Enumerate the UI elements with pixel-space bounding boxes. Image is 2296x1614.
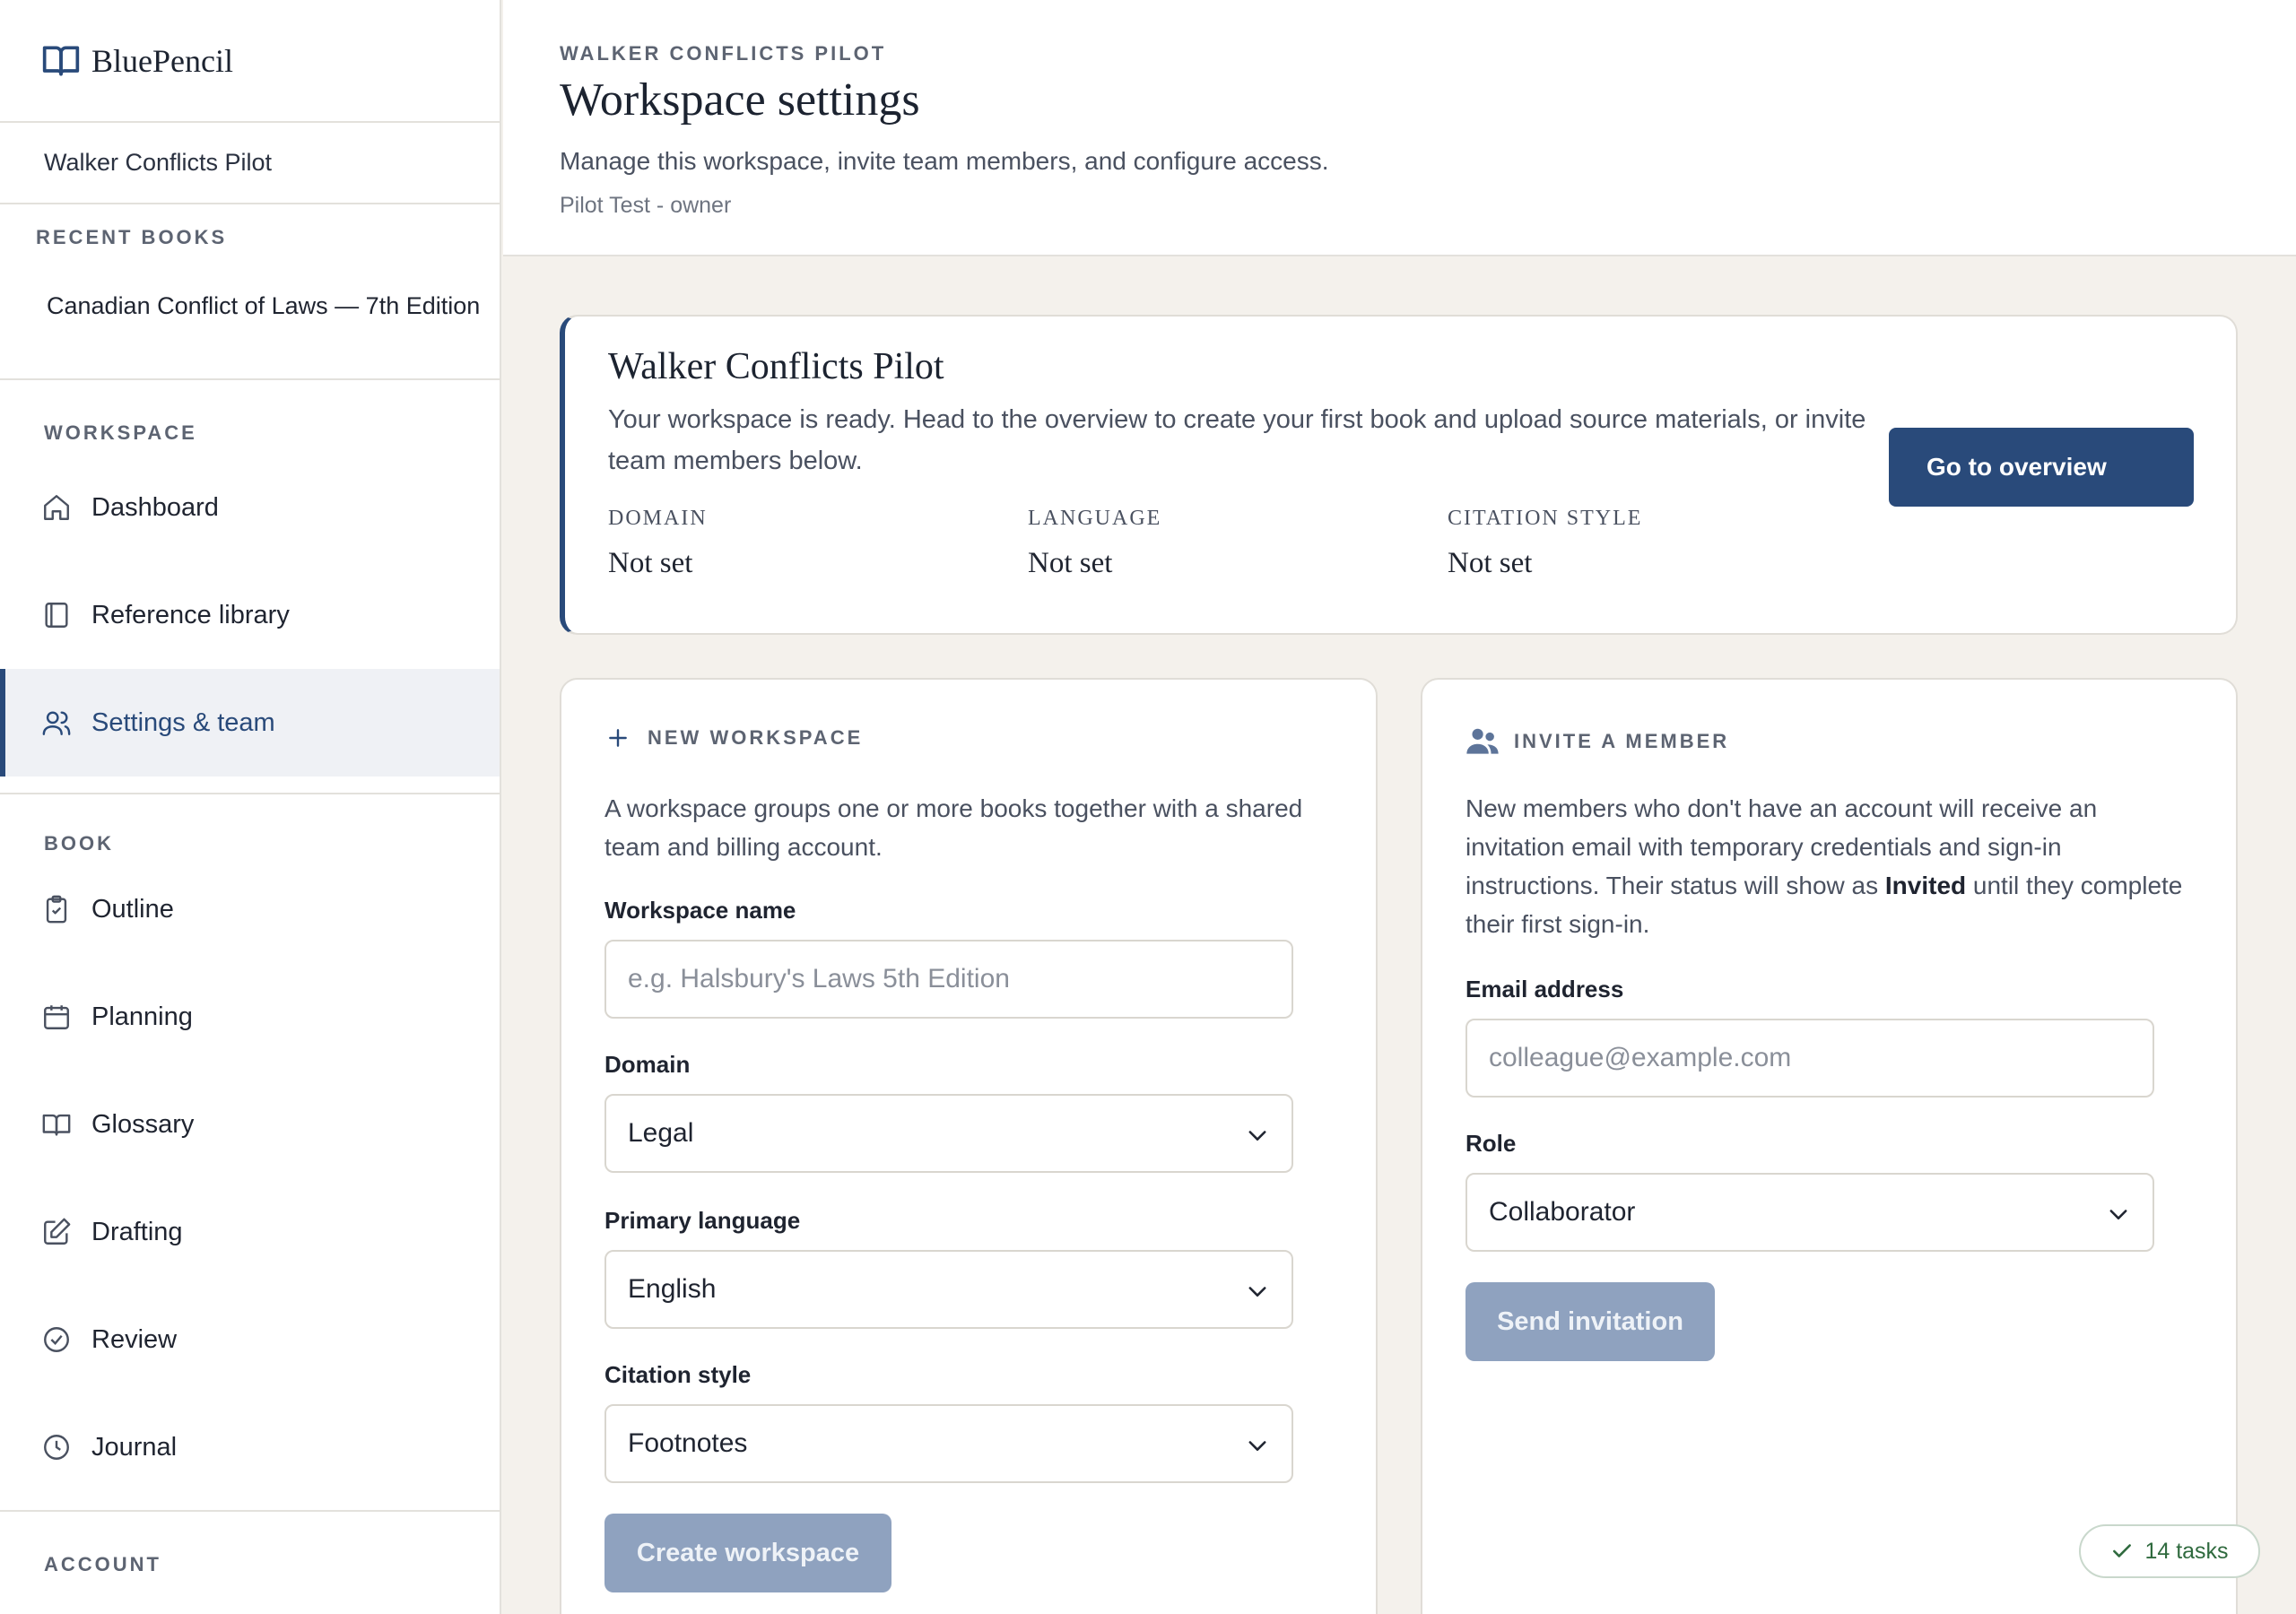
domain-label: Domain xyxy=(604,1051,691,1078)
invite-title: INVITE A MEMBER xyxy=(1514,730,1730,752)
home-icon xyxy=(44,495,69,520)
citation-style-label: Citation style xyxy=(604,1361,752,1388)
language-select-value: English xyxy=(628,1274,717,1304)
domain-meta-value: Not set xyxy=(608,547,693,579)
new-workspace-description: A workspace groups one or more books tog… xyxy=(604,794,1303,861)
book-icon xyxy=(45,603,68,628)
domain-meta-label: Domain xyxy=(608,507,708,530)
summary-text: Your workspace is ready. Head to the ove… xyxy=(608,405,1866,475)
sidebar-item-journal[interactable]: Journal xyxy=(0,1393,500,1501)
sidebar-item-settings-team[interactable]: Settings & team xyxy=(0,669,500,777)
language-meta-label: Language xyxy=(1028,507,1162,530)
user-role: Pilot Test - owner xyxy=(560,193,732,218)
users-icon xyxy=(42,711,71,735)
sidebar-item-label: Review xyxy=(91,1324,178,1354)
sidebar-item-label: Reference library xyxy=(91,600,290,629)
language-meta-value: Not set xyxy=(1028,547,1113,579)
sidebar-item-glossary[interactable]: Glossary xyxy=(0,1071,500,1178)
sidebar-item-label: Drafting xyxy=(91,1217,183,1246)
chevron-down-icon xyxy=(1248,1441,1266,1451)
citation-meta-value: Not set xyxy=(1448,547,1533,579)
workspace-summary-card: Walker Conflicts Pilot Your workspace is… xyxy=(560,315,2238,635)
tasks-count: 14 tasks xyxy=(2144,1538,2229,1564)
domain-meta: Domain Not set xyxy=(608,507,708,580)
new-workspace-title: NEW WORKSPACE xyxy=(648,726,864,749)
open-book-icon xyxy=(42,1114,71,1136)
primary-language-label: Primary language xyxy=(604,1207,801,1234)
calendar-icon xyxy=(44,1005,69,1029)
go-to-overview-button[interactable]: Go to overview xyxy=(1889,428,2194,507)
chevron-down-icon xyxy=(2109,1210,2127,1219)
summary-title: Walker Conflicts Pilot xyxy=(608,346,944,387)
sidebar: BluePencil Walker Conflicts Pilot RECENT… xyxy=(0,0,501,1614)
workspace-switcher[interactable]: Walker Conflicts Pilot xyxy=(0,123,500,204)
page-title: Workspace settings xyxy=(560,74,920,126)
brand-name: BluePencil xyxy=(91,42,233,79)
new-workspace-heading: NEW WORKSPACE xyxy=(606,726,863,750)
sidebar-item-planning[interactable]: Planning xyxy=(0,963,500,1071)
citation-meta: Citation style Not set xyxy=(1448,507,1642,580)
workspace-name-label: Workspace name xyxy=(604,897,796,924)
invited-status: Invited xyxy=(1884,872,1967,899)
workspace-nav-label: WORKSPACE xyxy=(44,421,197,444)
brand[interactable]: BluePencil xyxy=(0,0,500,123)
invite-description: New members who don't have an account wi… xyxy=(1465,794,2183,938)
logo-book-icon xyxy=(42,46,80,75)
chevron-down-icon xyxy=(1248,1131,1266,1141)
sidebar-item-label: Outline xyxy=(91,894,174,924)
sidebar-item-dashboard[interactable]: Dashboard xyxy=(0,454,500,561)
check-circle-icon xyxy=(44,1327,69,1352)
citation-style-select[interactable]: Footnotes xyxy=(604,1404,1293,1483)
recent-books-label: RECENT BOOKS xyxy=(36,226,228,248)
check-icon xyxy=(2113,1544,2132,1558)
language-meta: Language Not set xyxy=(1028,507,1161,580)
chevron-down-icon xyxy=(1248,1287,1266,1297)
sidebar-item-label: Settings & team xyxy=(91,707,275,737)
domain-select-value: Legal xyxy=(628,1118,694,1148)
role-select[interactable]: Collaborator xyxy=(1465,1173,2154,1252)
email-input[interactable] xyxy=(1465,1019,2154,1098)
primary-language-select[interactable]: English xyxy=(604,1250,1293,1329)
invite-heading: INVITE A MEMBER xyxy=(1465,726,1729,757)
send-invitation-button[interactable]: Send invitation xyxy=(1465,1282,1715,1361)
account-nav: ACCOUNT xyxy=(0,1512,500,1576)
recent-book-item[interactable]: Canadian Conflict of Laws — 7th Edition xyxy=(0,292,500,320)
users-icon xyxy=(1466,728,1499,754)
edit-icon xyxy=(44,1218,71,1245)
recent-books-section: RECENT BOOKS Canadian Conflict of Laws —… xyxy=(0,204,500,380)
clipboard-icon xyxy=(46,895,67,924)
page-header: WALKER CONFLICTS PILOT Workspace setting… xyxy=(503,0,2296,256)
create-workspace-button[interactable]: Create workspace xyxy=(604,1514,891,1592)
domain-select[interactable]: Legal xyxy=(604,1094,1293,1173)
sidebar-item-review[interactable]: Review xyxy=(0,1286,500,1393)
page-eyebrow: WALKER CONFLICTS PILOT xyxy=(560,42,887,65)
email-label: Email address xyxy=(1465,976,1624,1002)
account-nav-label: ACCOUNT xyxy=(44,1553,161,1575)
new-workspace-panel: NEW WORKSPACE A workspace groups one or … xyxy=(560,678,1378,1614)
citation-meta-label: Citation style xyxy=(1448,507,1643,530)
citation-select-value: Footnotes xyxy=(628,1428,748,1458)
plus-icon xyxy=(609,729,627,747)
book-nav-label: BOOK xyxy=(44,832,114,855)
workspace-nav: WORKSPACE Dashboard Reference library Se… xyxy=(0,380,500,794)
sidebar-item-drafting[interactable]: Drafting xyxy=(0,1178,500,1286)
role-label: Role xyxy=(1465,1130,1517,1157)
sidebar-item-outline[interactable]: Outline xyxy=(0,855,500,963)
sidebar-item-label: Dashboard xyxy=(91,492,219,522)
invite-member-panel: INVITE A MEMBER New members who don't ha… xyxy=(1421,678,2238,1614)
clock-icon xyxy=(44,1435,69,1460)
sidebar-item-label: Planning xyxy=(91,1002,193,1031)
sidebar-item-reference-library[interactable]: Reference library xyxy=(0,561,500,669)
role-select-value: Collaborator xyxy=(1489,1197,1636,1227)
sidebar-item-label: Glossary xyxy=(91,1109,195,1139)
tasks-badge[interactable]: 14 tasks xyxy=(2079,1524,2260,1578)
page-description: Manage this workspace, invite team membe… xyxy=(560,147,1329,175)
workspace-name-input[interactable] xyxy=(604,940,1293,1019)
sidebar-item-label: Journal xyxy=(91,1432,178,1462)
book-nav: BOOK Outline Planning Glossary Drafting … xyxy=(0,794,500,1512)
